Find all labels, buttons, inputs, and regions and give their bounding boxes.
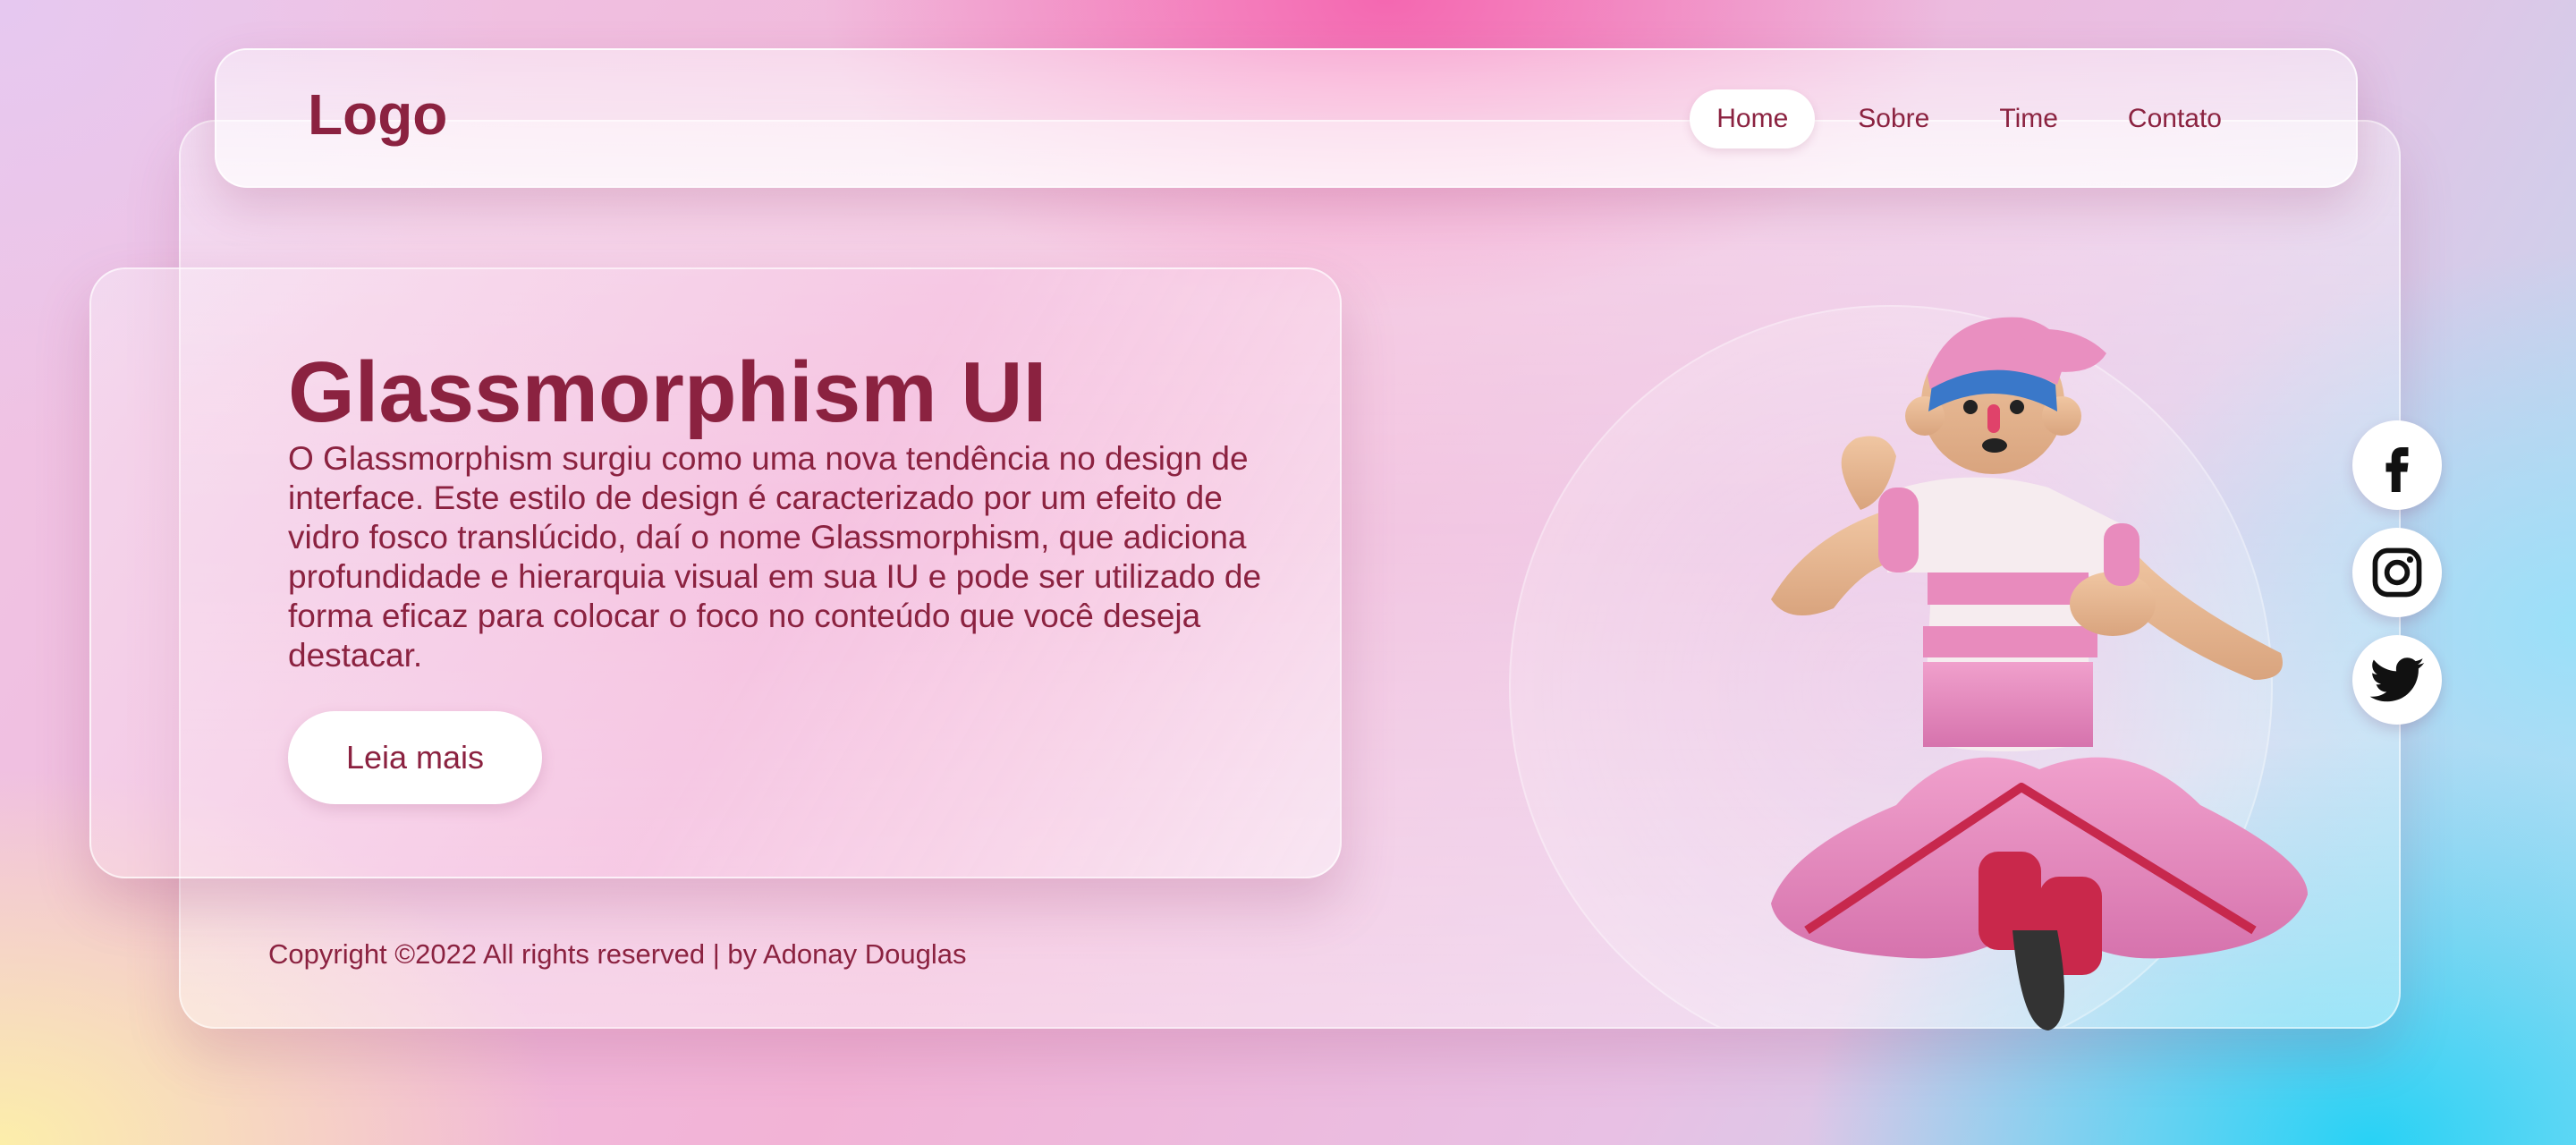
instagram-icon <box>2372 547 2422 598</box>
header-bar: Logo Home Sobre Time Contato <box>215 48 2358 188</box>
hero-title: Glassmorphism UI <box>288 344 1047 440</box>
hero-card: Glassmorphism UI O Glassmorphism surgiu … <box>89 267 1342 878</box>
twitter-button[interactable] <box>2352 635 2442 725</box>
nav-item-home[interactable]: Home <box>1690 89 1816 148</box>
instagram-button[interactable] <box>2352 528 2442 617</box>
main-nav: Home Sobre Time Contato <box>1690 89 2249 148</box>
facebook-icon <box>2385 447 2409 492</box>
copyright-text: Copyright ©2022 All rights reserved | by… <box>268 938 967 970</box>
nav-item-sobre[interactable]: Sobre <box>1831 89 1956 148</box>
logo[interactable]: Logo <box>308 86 447 143</box>
character-illustration <box>1771 317 2308 1030</box>
nav-item-time[interactable]: Time <box>1972 89 2085 148</box>
hero-description: O Glassmorphism surgiu como uma nova ten… <box>288 440 1262 674</box>
facebook-button[interactable] <box>2352 420 2442 510</box>
social-links <box>2352 420 2442 725</box>
nav-item-contato[interactable]: Contato <box>2101 89 2249 148</box>
twitter-icon <box>2369 657 2425 702</box>
read-more-button[interactable]: Leia mais <box>288 711 542 804</box>
